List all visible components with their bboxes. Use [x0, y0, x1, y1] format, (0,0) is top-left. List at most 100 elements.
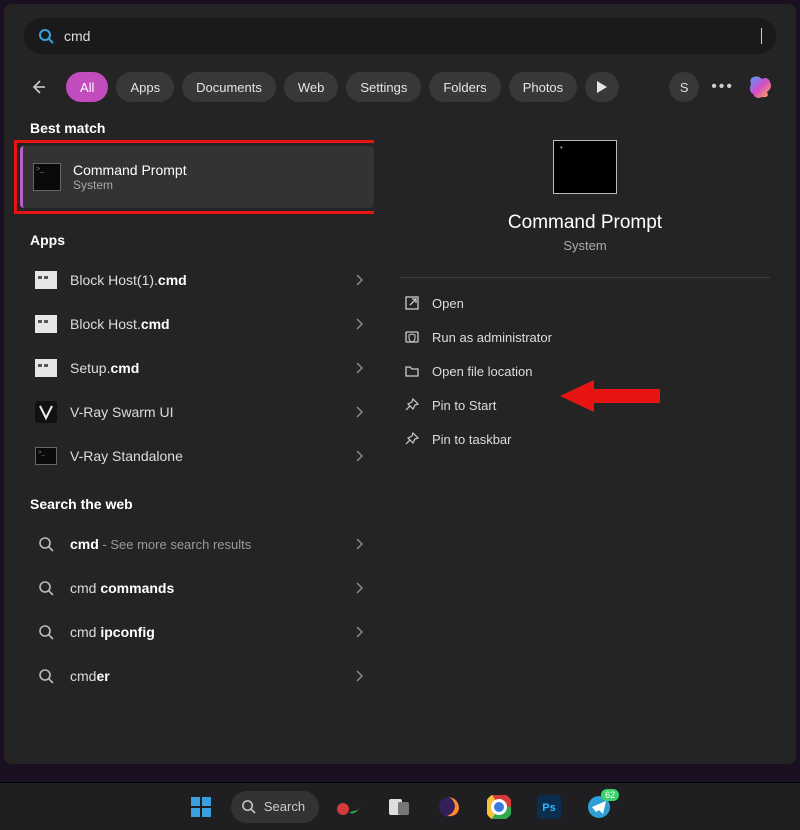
chevron-right-icon [354, 406, 364, 418]
web-result[interactable]: cmd ipconfig [24, 610, 374, 654]
taskbar-widget[interactable] [329, 787, 369, 827]
pin-icon [404, 397, 420, 413]
search-panel: cmd All Apps Documents Web Settings Fold… [4, 4, 796, 764]
svg-text:Ps: Ps [542, 802, 555, 814]
filters-row: All Apps Documents Web Settings Folders … [4, 62, 796, 116]
vray-icon [34, 400, 58, 424]
user-avatar[interactable]: S [669, 72, 699, 102]
filter-apps[interactable]: Apps [116, 72, 174, 102]
action-label: Pin to Start [432, 398, 496, 413]
filter-photos[interactable]: Photos [509, 72, 577, 102]
filter-settings[interactable]: Settings [346, 72, 421, 102]
taskbar-start[interactable] [181, 787, 221, 827]
web-result-label: cmd ipconfig [70, 624, 342, 640]
taskbar-search-label: Search [264, 799, 305, 814]
action-open[interactable]: Open [400, 286, 770, 320]
action-label: Open file location [432, 364, 532, 379]
app-result[interactable]: Block Host(1).cmd [24, 258, 374, 302]
best-match-title: Command Prompt [73, 162, 187, 178]
filter-folders[interactable]: Folders [429, 72, 500, 102]
search-icon [34, 532, 58, 556]
chevron-right-icon [354, 538, 364, 550]
app-result[interactable]: Block Host.cmd [24, 302, 374, 346]
results-column: Best match >_ Command Prompt System Apps… [4, 116, 374, 764]
search-icon [241, 799, 256, 814]
filter-documents[interactable]: Documents [182, 72, 276, 102]
best-match-item[interactable]: >_ Command Prompt System [20, 146, 374, 208]
web-result-label: cmder [70, 668, 342, 684]
chevron-right-icon [354, 670, 364, 682]
back-button[interactable] [24, 73, 52, 101]
chevron-right-icon [354, 362, 364, 374]
taskview-icon [388, 798, 410, 816]
divider [400, 277, 770, 278]
chrome-icon [487, 795, 511, 819]
search-input[interactable]: cmd [64, 28, 761, 44]
taskbar-search[interactable]: Search [231, 791, 319, 823]
text-caret [761, 28, 762, 44]
chevron-right-icon [354, 582, 364, 594]
section-apps: Apps [24, 228, 374, 258]
filter-web[interactable]: Web [284, 72, 339, 102]
web-result[interactable]: cmd commands [24, 566, 374, 610]
app-result-label: V-Ray Swarm UI [70, 404, 342, 420]
section-best-match: Best match [24, 116, 374, 146]
cmd-icon: >_ [34, 444, 58, 468]
firefox-icon [437, 795, 461, 819]
app-result-label: V-Ray Standalone [70, 448, 342, 464]
chevron-right-icon [354, 318, 364, 330]
shield-icon [404, 329, 420, 345]
filter-all[interactable]: All [66, 72, 108, 102]
preview-title: Command Prompt [400, 212, 770, 234]
app-result-label: Setup.cmd [70, 360, 342, 376]
more-button[interactable]: ••• [707, 78, 738, 96]
action-label: Pin to taskbar [432, 432, 512, 447]
app-result-label: Block Host.cmd [70, 316, 342, 332]
telegram-icon [587, 795, 611, 819]
taskbar: Search Ps [0, 782, 800, 830]
taskbar-firefox[interactable] [429, 787, 469, 827]
taskbar-taskview[interactable] [379, 787, 419, 827]
action-label: Run as administrator [432, 330, 552, 345]
preview-column: Command Prompt System Open Run as admini… [374, 116, 796, 764]
copilot-icon[interactable] [746, 72, 776, 102]
best-match-subtitle: System [73, 178, 187, 192]
file-icon [34, 312, 58, 336]
action-run-admin[interactable]: Run as administrator [400, 320, 770, 354]
web-result-label: cmd commands [70, 580, 342, 596]
file-icon [34, 356, 58, 380]
action-label: Open [432, 296, 464, 311]
preview-subtitle: System [400, 238, 770, 253]
chevron-right-icon [354, 274, 364, 286]
search-icon [34, 664, 58, 688]
chevron-right-icon [354, 450, 364, 462]
action-pin-taskbar[interactable]: Pin to taskbar [400, 422, 770, 456]
app-result[interactable]: Setup.cmd [24, 346, 374, 390]
preview-icon [553, 140, 617, 194]
search-icon [38, 28, 54, 44]
filter-more[interactable] [585, 72, 619, 102]
search-icon [34, 576, 58, 600]
taskbar-chrome[interactable] [479, 787, 519, 827]
app-result[interactable]: >_ V-Ray Standalone [24, 434, 374, 478]
arrow-left-icon [29, 78, 47, 96]
folder-icon [404, 363, 420, 379]
action-open-location[interactable]: Open file location [400, 354, 770, 388]
open-icon [404, 295, 420, 311]
taskbar-telegram[interactable] [579, 787, 619, 827]
cmd-icon: >_ [33, 163, 61, 191]
action-pin-start[interactable]: Pin to Start [400, 388, 770, 422]
section-search-web: Search the web [24, 492, 374, 522]
pin-icon [404, 431, 420, 447]
web-result[interactable]: cmder [24, 654, 374, 698]
web-result[interactable]: cmd - See more search results [24, 522, 374, 566]
chevron-right-icon [354, 626, 364, 638]
windows-icon [189, 795, 213, 819]
app-result[interactable]: V-Ray Swarm UI [24, 390, 374, 434]
search-row: cmd [4, 4, 796, 62]
photoshop-icon: Ps [537, 795, 561, 819]
taskbar-photoshop[interactable]: Ps [529, 787, 569, 827]
file-icon [34, 268, 58, 292]
dragon-icon [335, 795, 363, 819]
search-box[interactable]: cmd [24, 18, 776, 54]
